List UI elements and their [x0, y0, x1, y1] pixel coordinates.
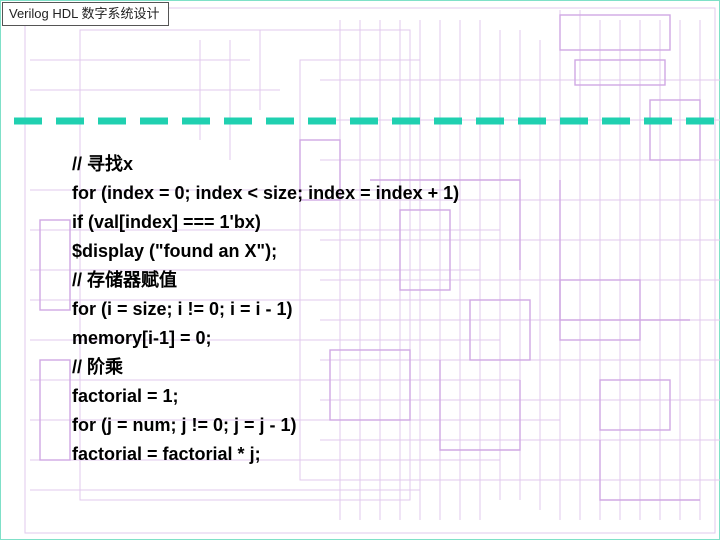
code-line: memory[i-1] = 0;	[72, 328, 212, 348]
code-line: // 寻找x	[72, 154, 134, 174]
code-line: // 阶乘	[72, 357, 124, 377]
code-line: // 存储器赋值	[72, 270, 178, 290]
code-line: for (index = 0; index < size; index = in…	[72, 183, 460, 203]
code-line: factorial = 1;	[72, 386, 179, 406]
page-header-title: Verilog HDL 数字系统设计	[2, 2, 169, 26]
code-line: if (val[index] === 1'bx)	[72, 212, 261, 232]
code-line: $display ("found an X");	[72, 241, 278, 261]
code-line: for (i = size; i != 0; i = i - 1)	[72, 299, 293, 319]
code-line: for (j = num; j != 0; j = j - 1)	[72, 415, 297, 435]
code-block: // 寻找x for (index = 0; index < size; ind…	[72, 150, 672, 469]
code-line: factorial = factorial * j;	[72, 444, 261, 464]
